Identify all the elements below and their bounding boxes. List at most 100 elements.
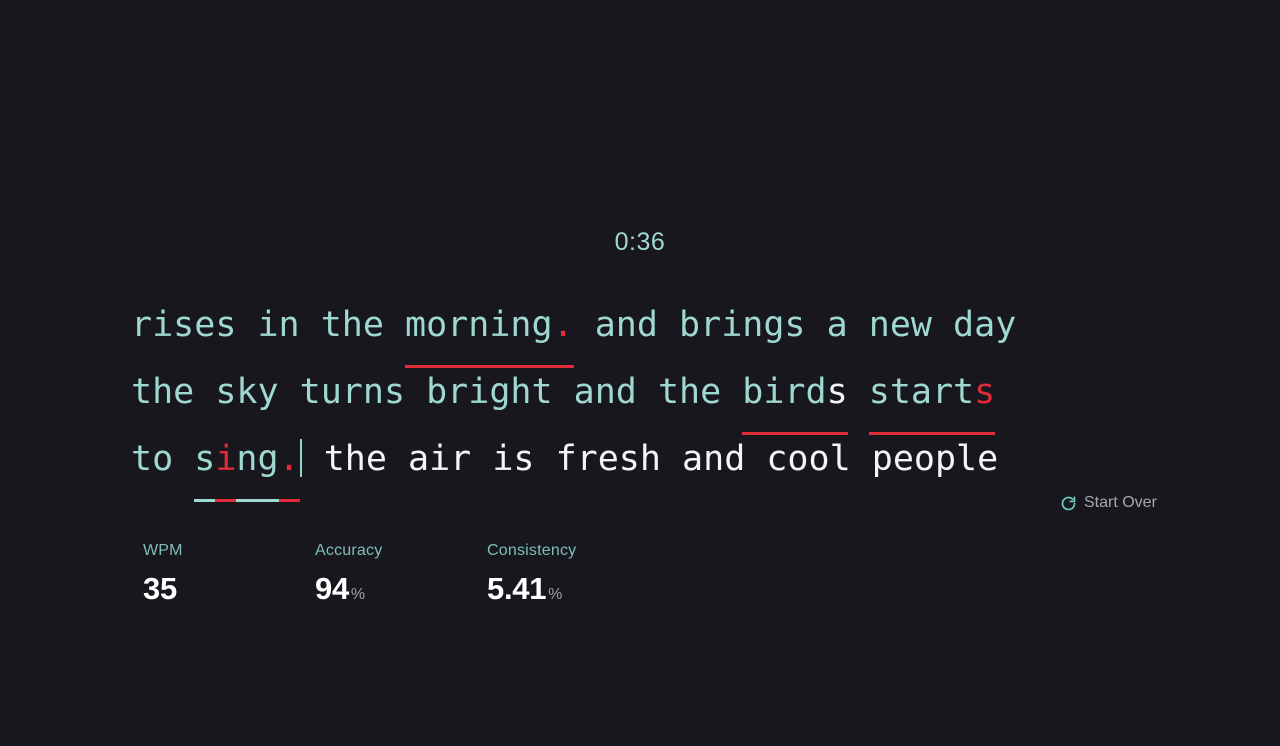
typing-char [932,292,953,359]
typing-char: r [784,359,806,435]
typing-char: i [763,359,785,435]
typing-char: e [194,305,216,345]
start-over-button[interactable]: Start Over [1060,494,1157,512]
typing-char: l [829,439,851,479]
stat-value: 94 [315,571,349,606]
typing-char: d [615,372,637,412]
typing-char: r [341,372,363,412]
typing-char: t [323,439,345,479]
typing-char: n [615,305,637,345]
typing-char: w [910,305,932,345]
typing-char: e [173,372,195,412]
typing-char: t [320,305,342,345]
typing-char: d [805,359,827,435]
stat-label: WPM [143,542,183,559]
typing-char: b [679,305,701,345]
typing-char: s [826,359,848,435]
typing-text-area[interactable]: rises in the morning. and brings a new d… [131,292,1155,502]
typing-char [745,426,766,493]
typing-char: h [152,372,174,412]
typing-char: g [531,292,553,368]
typing-char: t [657,372,680,412]
typing-char [471,426,492,493]
typing-char: g [257,426,279,502]
countdown-timer: 0:36 [614,228,666,256]
typing-char: a [573,372,595,412]
typing-line: rises in the morning. and brings a new d… [131,292,1155,368]
typing-char: s [173,305,195,345]
typing-char: d [953,305,975,345]
typing-char: h [510,372,532,412]
typing-char: e [365,439,387,479]
typing-char: u [320,372,342,412]
typing-char: d [724,439,746,479]
typing-char: n [868,305,890,345]
typing-char: d [636,305,658,345]
typing-char: h [341,305,363,345]
typing-char: i [215,426,237,502]
typing-test-app: 0:36 rises in the morning. and brings a … [0,0,1280,746]
typing-char [848,292,869,359]
typing-char [303,426,324,493]
typing-char: . [552,292,574,368]
typing-char [194,359,215,426]
typing-char: r [447,292,469,368]
typing-char: i [468,372,490,412]
typing-char: e [700,372,722,412]
typing-char: a [408,439,430,479]
typing-line: the sky turns bright and the birds start… [131,359,1155,435]
stat-value: 5.41 [487,571,547,606]
stat-wpm: WPM 35 [143,542,315,607]
typing-char: o [152,439,174,479]
text-cursor [299,439,302,477]
typing-char: r [931,359,954,435]
typing-char: s [215,305,237,345]
typing-char: k [236,372,258,412]
typing-char: i [257,305,279,345]
typing-char: r [700,305,722,345]
typing-char: r [131,305,153,345]
typing-char: o [787,439,809,479]
typing-char [405,359,426,426]
typing-char: r [447,372,469,412]
typing-char: t [299,372,321,412]
typing-char: n [703,439,725,479]
typing-char: e [977,439,999,479]
typing-char: b [426,372,448,412]
typing-char: s [215,372,237,412]
typing-char: m [405,292,427,368]
typing-char: s [618,439,640,479]
refresh-icon [1060,495,1077,512]
typing-char: a [682,439,704,479]
typing-char: t [889,359,911,435]
typing-char [236,292,257,359]
typing-char: a [910,359,933,435]
stat-accuracy: Accuracy 94% [315,542,487,607]
typing-char: e [362,305,384,345]
typing-char [806,292,827,359]
typing-char: a [826,305,848,345]
typing-char: a [594,305,616,345]
typing-char: o [426,292,448,368]
typing-char: t [131,372,153,412]
typing-char: t [953,359,975,435]
typing-char [534,426,555,493]
typing-char [300,292,321,359]
stat-value-row: 35 [143,571,315,607]
typing-char: r [450,439,472,479]
typing-char: n [362,372,384,412]
stat-consistency: Consistency 5.41% [487,542,659,607]
typing-char: t [131,439,153,479]
stat-label: Consistency [487,542,577,559]
typing-char: p [934,439,957,479]
typing-char: s [974,359,996,435]
typing-char: n [278,305,300,345]
stat-label: Accuracy [315,542,383,559]
stat-value-row: 5.41% [487,571,659,607]
typing-char [574,292,595,359]
stat-unit: % [548,586,563,603]
typing-char: r [576,439,598,479]
typing-char: p [871,439,893,479]
typing-char: s [383,372,406,412]
typing-char: . [278,426,300,502]
